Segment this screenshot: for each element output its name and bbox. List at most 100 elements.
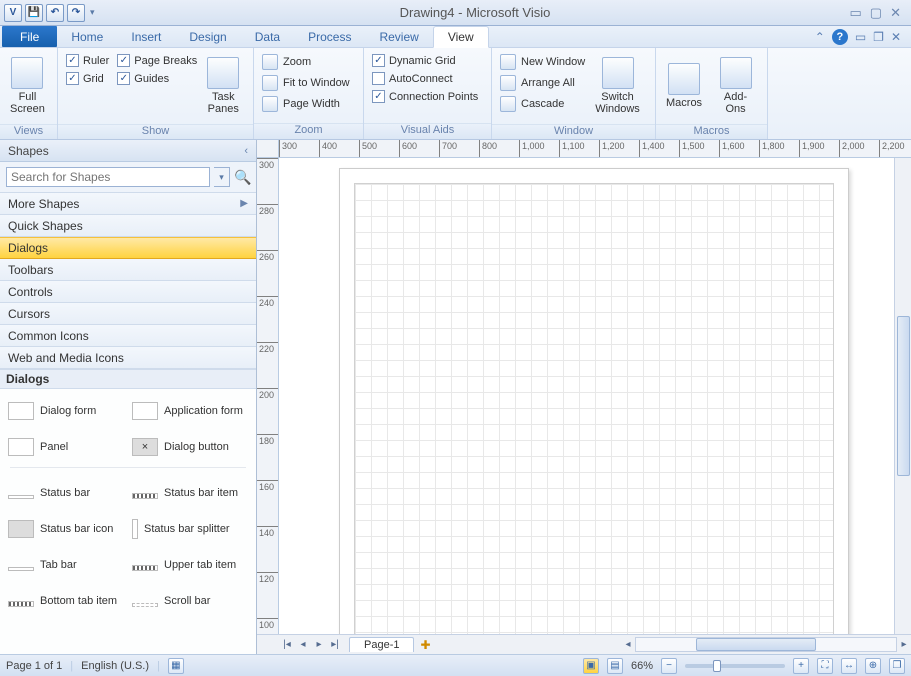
zoom-level[interactable]: 66% <box>631 660 653 672</box>
app-icon[interactable]: V <box>4 4 22 22</box>
shape-panel[interactable]: Panel <box>4 429 128 465</box>
tab-file[interactable]: File <box>2 26 57 47</box>
page-width-icon <box>262 96 278 112</box>
shape-application-form[interactable]: Application form <box>128 393 252 429</box>
switch-windows-icon[interactable]: ❐ <box>889 658 905 674</box>
scroll-track[interactable] <box>635 637 897 652</box>
panel-icon <box>8 438 34 456</box>
title-bar: V 💾 ↶ ↷ ▾ Drawing4 - Microsoft Visio ▭ ▢… <box>0 0 911 26</box>
maximize-button[interactable]: ▢ <box>870 5 882 21</box>
save-button[interactable]: 💾 <box>25 4 43 22</box>
pan-zoom-button[interactable]: ⊕ <box>865 658 881 674</box>
search-go-icon[interactable]: 🔍 <box>234 169 250 185</box>
vertical-ruler[interactable]: 300280260240220200180160140120100 <box>257 158 279 634</box>
qat-dropdown-icon[interactable]: ▾ <box>88 7 97 18</box>
search-shapes-input[interactable] <box>6 167 210 187</box>
dynamic-grid-checkbox[interactable]: ✓Dynamic Grid <box>370 53 480 68</box>
new-window-button[interactable]: New Window <box>498 53 587 71</box>
shapes-pane: Shapes ‹ ▾ 🔍 More Shapes▶ Quick Shapes D… <box>0 140 257 654</box>
autoconnect-checkbox[interactable]: AutoConnect <box>370 71 480 86</box>
macros-button[interactable]: Macros <box>662 51 706 121</box>
shape-upper-tab-item[interactable]: Upper tab item <box>128 547 252 583</box>
presentation-mode-icon[interactable]: ▣ <box>583 658 599 674</box>
fit-width-button[interactable]: ↔ <box>841 658 857 674</box>
stencil-quick-shapes[interactable]: Quick Shapes <box>0 215 256 237</box>
language-indicator[interactable]: English (U.S.) <box>81 660 149 672</box>
mdi-minimize-icon[interactable]: ▭ <box>855 30 866 44</box>
stencil-toolbars[interactable]: Toolbars <box>0 259 256 281</box>
fit-page-button[interactable]: ⛶ <box>817 658 833 674</box>
prev-page-button[interactable]: ◂ <box>295 639 311 650</box>
stencil-controls[interactable]: Controls <box>0 281 256 303</box>
scroll-left-button[interactable]: ◂ <box>621 639 635 650</box>
zoom-icon <box>262 54 278 70</box>
zoom-in-button[interactable]: + <box>793 658 809 674</box>
horizontal-ruler[interactable]: 3004005006007008001,0001,1001,2001,4001,… <box>279 140 911 158</box>
stencil-common-icons[interactable]: Common Icons <box>0 325 256 347</box>
cascade-button[interactable]: Cascade <box>498 95 587 113</box>
page-breaks-checkbox[interactable]: ✓Page Breaks <box>115 53 199 68</box>
shape-dialog-form[interactable]: Dialog form <box>4 393 128 429</box>
minimize-button[interactable]: ▭ <box>850 5 862 21</box>
page-indicator[interactable]: Page 1 of 1 <box>6 660 62 672</box>
horizontal-scrollbar[interactable]: ◂ ▸ <box>621 637 911 652</box>
tab-view[interactable]: View <box>433 26 489 48</box>
shape-bottom-tab-item[interactable]: Bottom tab item <box>4 583 128 619</box>
undo-button[interactable]: ↶ <box>46 4 64 22</box>
shape-scroll-bar[interactable]: Scroll bar <box>128 583 252 619</box>
tab-data[interactable]: Data <box>241 26 294 47</box>
scrollbar-thumb[interactable] <box>897 316 910 476</box>
mdi-restore-icon[interactable]: ❐ <box>873 30 884 44</box>
shape-tab-bar[interactable]: Tab bar <box>4 547 128 583</box>
drawing-page[interactable] <box>339 168 849 634</box>
last-page-button[interactable]: ▸| <box>327 639 343 650</box>
connection-points-checkbox[interactable]: ✓Connection Points <box>370 89 480 104</box>
close-button[interactable]: ✕ <box>890 5 901 21</box>
shape-dialog-button[interactable]: ×Dialog button <box>128 429 252 465</box>
zoom-out-button[interactable]: − <box>661 658 677 674</box>
ribbon-minimize-icon[interactable]: ⌃ <box>815 30 825 44</box>
next-page-button[interactable]: ▸ <box>311 639 327 650</box>
insert-page-button[interactable]: ✚ <box>420 638 430 652</box>
tab-insert[interactable]: Insert <box>117 26 175 47</box>
macro-record-icon[interactable]: ▦ <box>168 658 184 674</box>
task-panes-button[interactable]: Task Panes <box>203 51 243 121</box>
scroll-thumb[interactable] <box>696 638 816 651</box>
search-dropdown-icon[interactable]: ▾ <box>214 167 230 187</box>
stencil-web-media-icons[interactable]: Web and Media Icons <box>0 347 256 369</box>
shape-status-bar-icon[interactable]: Status bar icon <box>4 511 128 547</box>
arrange-all-button[interactable]: Arrange All <box>498 74 587 92</box>
redo-button[interactable]: ↷ <box>67 4 85 22</box>
drawing-viewport[interactable] <box>279 158 894 634</box>
guides-checkbox[interactable]: ✓Guides <box>115 71 199 86</box>
shape-status-bar-splitter[interactable]: Status bar splitter <box>128 511 252 547</box>
vertical-scrollbar[interactable] <box>894 158 911 634</box>
stencil-dialogs[interactable]: Dialogs <box>0 237 256 259</box>
tab-design[interactable]: Design <box>175 26 240 47</box>
page-tab-1[interactable]: Page-1 <box>349 637 414 652</box>
scroll-right-button[interactable]: ▸ <box>897 639 911 650</box>
page-width-button[interactable]: Page Width <box>260 95 352 113</box>
ruler-checkbox[interactable]: ✓Ruler <box>64 53 111 68</box>
tab-review[interactable]: Review <box>365 26 432 47</box>
page-view-icon[interactable]: ▤ <box>607 658 623 674</box>
help-icon[interactable]: ? <box>832 29 848 45</box>
zoom-slider-knob[interactable] <box>713 660 721 672</box>
tab-process[interactable]: Process <box>294 26 365 47</box>
switch-windows-button[interactable]: Switch Windows <box>591 51 644 121</box>
zoom-button[interactable]: Zoom <box>260 53 352 71</box>
addons-button[interactable]: Add-Ons <box>710 51 761 121</box>
stencil-more-shapes[interactable]: More Shapes▶ <box>0 193 256 215</box>
stencil-cursors[interactable]: Cursors <box>0 303 256 325</box>
full-screen-button[interactable]: Full Screen <box>6 51 49 121</box>
grid-checkbox[interactable]: ✓Grid <box>64 71 111 86</box>
collapse-pane-icon[interactable]: ‹ <box>244 145 248 157</box>
shapes-pane-header: Shapes ‹ <box>0 140 256 162</box>
shape-status-bar[interactable]: Status bar <box>4 475 128 511</box>
fit-to-window-button[interactable]: Fit to Window <box>260 74 352 92</box>
tab-home[interactable]: Home <box>57 26 117 47</box>
shape-status-bar-item[interactable]: Status bar item <box>128 475 252 511</box>
first-page-button[interactable]: |◂ <box>279 639 295 650</box>
mdi-close-icon[interactable]: ✕ <box>891 30 901 44</box>
zoom-slider[interactable] <box>685 664 785 668</box>
